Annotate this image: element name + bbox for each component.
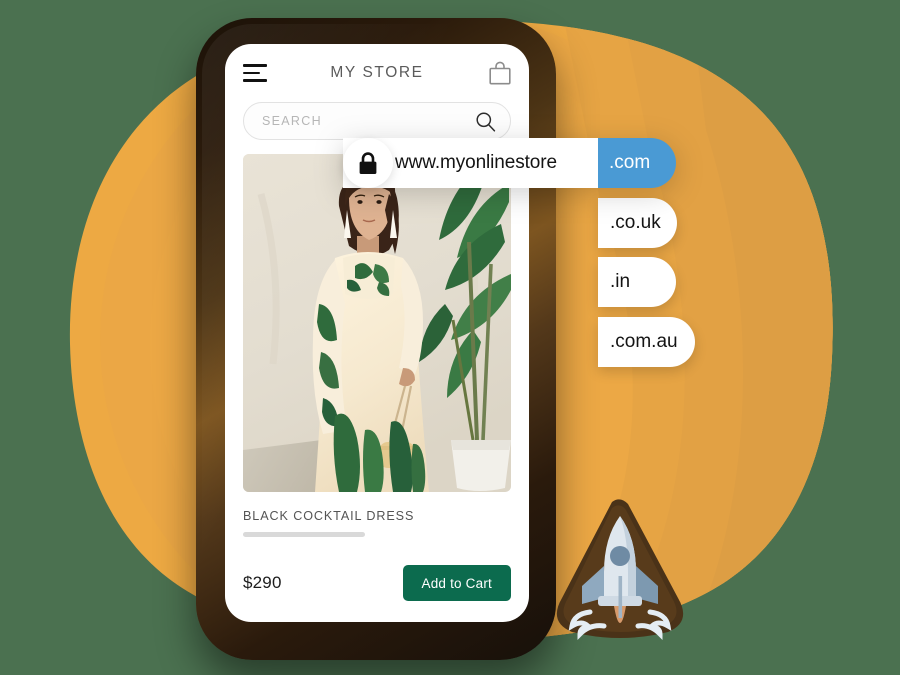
phone-device: MY STORE SEARCH BLACK COCKTAIL DRESS $29… — [196, 18, 556, 660]
product-footer: $290 Add to Cart — [243, 565, 511, 601]
product-price: $290 — [243, 573, 282, 592]
search-bar[interactable] — [243, 102, 511, 140]
search-input[interactable] — [262, 114, 475, 128]
product-card: BLACK COCKTAIL DRESS $290 Add to Cart — [225, 140, 529, 601]
hamburger-icon[interactable] — [243, 64, 267, 82]
lock-icon — [343, 138, 393, 188]
tld-option-in[interactable]: .in — [598, 257, 676, 307]
app-header: MY STORE — [225, 44, 529, 102]
title-divider — [243, 532, 365, 537]
tld-option-comau[interactable]: .com.au — [598, 317, 695, 367]
add-to-cart-button[interactable]: Add to Cart — [402, 565, 511, 601]
tld-option-com-selected[interactable]: .com — [598, 138, 676, 188]
url-bar: www.myonlinestore .com — [343, 138, 676, 188]
product-photo[interactable] — [243, 154, 511, 492]
phone-screen: MY STORE SEARCH BLACK COCKTAIL DRESS $29… — [225, 44, 529, 622]
shopping-bag-icon[interactable] — [489, 61, 511, 85]
search-icon[interactable] — [475, 111, 496, 132]
tld-option-couk[interactable]: .co.uk — [598, 198, 677, 248]
page-title: MY STORE — [330, 64, 424, 81]
search-section — [225, 102, 529, 140]
rocket-launch-icon — [546, 494, 696, 659]
illustration-stage: MY STORE SEARCH BLACK COCKTAIL DRESS $29… — [0, 0, 900, 675]
product-title: BLACK COCKTAIL DRESS — [243, 509, 415, 523]
